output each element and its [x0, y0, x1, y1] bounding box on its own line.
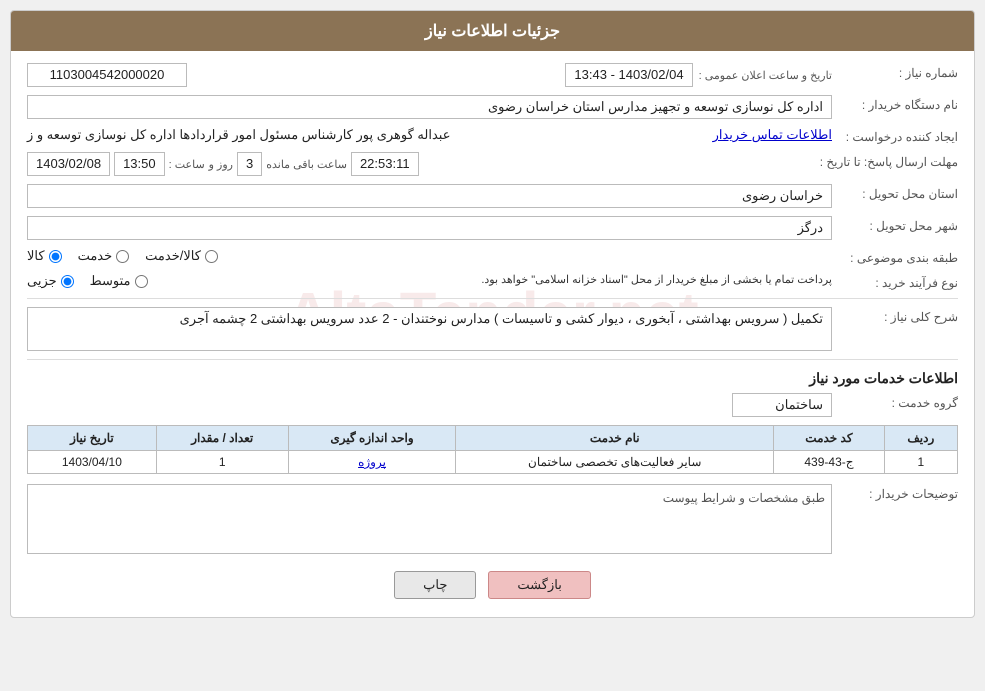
deadline-remaining-time: 22:53:11 — [351, 152, 419, 176]
need-number-value: 1103004542000020 — [27, 63, 187, 87]
need-desc-value-wrapper: تکمیل ( سرویس بهداشتی ، آبخوری ، دیوار ک… — [27, 307, 832, 351]
category-kala-service: کالا/خدمت — [145, 248, 218, 264]
col-name: نام خدمت — [456, 426, 774, 451]
city-value: درگز — [27, 216, 832, 240]
page-header: جزئیات اطلاعات نیاز — [11, 11, 974, 51]
divider-1 — [27, 298, 958, 299]
service-group-value: ساختمان — [732, 393, 832, 417]
buyer-org-value-wrapper: اداره کل نوسازی توسعه و تجهیز مدارس استا… — [27, 95, 832, 119]
deadline-label: مهلت ارسال پاسخ: تا تاریخ : — [820, 152, 958, 169]
deadline-value-wrapper: 22:53:11 ساعت باقی مانده 3 روز و ساعت : … — [27, 152, 814, 176]
cell-unit[interactable]: پروژه — [288, 451, 455, 474]
process-medium: متوسط — [90, 273, 148, 289]
services-section-title: اطلاعات خدمات مورد نیاز — [27, 370, 958, 387]
creator-value: عبداله گوهری پور کارشناس مسئول امور قرار… — [27, 127, 450, 143]
category-kala-service-label: کالا/خدمت — [145, 248, 201, 264]
page-title: جزئیات اطلاعات نیاز — [425, 23, 560, 40]
buyer-org-label: نام دستگاه خریدار : — [838, 95, 958, 112]
city-label: شهر محل تحویل : — [838, 216, 958, 233]
announce-value: 1403/02/04 - 13:43 — [565, 63, 692, 87]
deadline-remaining-label: ساعت باقی مانده — [266, 158, 347, 171]
province-label: استان محل تحویل : — [838, 184, 958, 201]
services-table: ردیف کد خدمت نام خدمت واحد اندازه گیری ت… — [27, 425, 958, 474]
province-row: استان محل تحویل : خراسان رضوی — [27, 184, 958, 208]
need-number-row: شماره نیاز : تاریخ و ساعت اعلان عمومی : … — [27, 63, 958, 87]
deadline-row: مهلت ارسال پاسخ: تا تاریخ : 22:53:11 ساع… — [27, 152, 958, 176]
process-label: نوع فرآیند خرید : — [838, 273, 958, 290]
category-service-label: خدمت — [78, 248, 113, 264]
cell-code: ج-43-439 — [774, 451, 884, 474]
category-kala-label: کالا — [27, 248, 45, 264]
city-row: شهر محل تحویل : درگز — [27, 216, 958, 240]
col-code: کد خدمت — [774, 426, 884, 451]
creator-row: ایجاد کننده درخواست : اطلاعات تماس خریدا… — [27, 127, 958, 144]
category-radio-service[interactable] — [116, 250, 129, 263]
cell-date: 1403/04/10 — [28, 451, 157, 474]
category-radio-kala[interactable] — [49, 250, 62, 263]
service-group-label: گروه خدمت : — [838, 393, 958, 410]
need-number-value-wrapper: تاریخ و ساعت اعلان عمومی : 1403/02/04 - … — [27, 63, 832, 87]
category-service: خدمت — [78, 248, 130, 264]
creator-label: ایجاد کننده درخواست : — [838, 127, 958, 144]
process-radio-minor[interactable] — [61, 275, 74, 288]
category-kala: کالا — [27, 248, 62, 264]
cell-row: 1 — [884, 451, 957, 474]
buyer-desc-row: توضیحات خریدار : طبق مشخصات و شرایط پیوس… — [27, 484, 958, 557]
process-minor: جزیی — [27, 273, 74, 289]
category-radio-kala-service[interactable] — [205, 250, 218, 263]
process-medium-label: متوسط — [90, 273, 131, 289]
buyer-desc-textarea[interactable]: طبق مشخصات و شرایط پیوست — [27, 484, 832, 554]
process-note: پرداخت تمام یا بخشی از مبلغ خریدار از مح… — [481, 273, 832, 286]
need-desc-row: شرح کلی نیاز : تکمیل ( سرویس بهداشتی ، آ… — [27, 307, 958, 351]
process-row: نوع فرآیند خرید : پرداخت تمام یا بخشی از… — [27, 273, 958, 290]
deadline-time-label: ساعت : — [169, 158, 205, 171]
table-header-row: ردیف کد خدمت نام خدمت واحد اندازه گیری ت… — [28, 426, 958, 451]
button-row: بازگشت چاپ — [27, 571, 958, 599]
need-desc-label: شرح کلی نیاز : — [838, 307, 958, 324]
category-label: طبقه بندی موضوعی : — [838, 248, 958, 265]
print-button[interactable]: چاپ — [394, 571, 476, 599]
col-unit: واحد اندازه گیری — [288, 426, 455, 451]
col-qty: تعداد / مقدار — [156, 426, 288, 451]
process-radio-medium[interactable] — [135, 275, 148, 288]
process-value-wrapper: پرداخت تمام یا بخشی از مبلغ خریدار از مح… — [27, 273, 832, 289]
deadline-time: 13:50 — [114, 152, 165, 176]
need-desc-value: تکمیل ( سرویس بهداشتی ، آبخوری ، دیوار ک… — [27, 307, 832, 351]
deadline-days: 3 — [237, 152, 262, 176]
service-group-value-wrapper: ساختمان — [27, 393, 832, 417]
process-options: متوسط جزیی — [27, 273, 148, 289]
cell-name: سایر فعالیت‌های تخصصی ساختمان — [456, 451, 774, 474]
buyer-desc-label: توضیحات خریدار : — [838, 484, 958, 501]
table-row: 1 ج-43-439 سایر فعالیت‌های تخصصی ساختمان… — [28, 451, 958, 474]
service-group-row: گروه خدمت : ساختمان — [27, 393, 958, 417]
category-row: طبقه بندی موضوعی : کالا/خدمت خدمت کال — [27, 248, 958, 265]
need-number-label: شماره نیاز : — [838, 63, 958, 80]
cell-qty: 1 — [156, 451, 288, 474]
buyer-org-row: نام دستگاه خریدار : اداره کل نوسازی توسع… — [27, 95, 958, 119]
buyer-desc-textarea-wrapper: طبق مشخصات و شرایط پیوست — [27, 484, 832, 557]
buyer-org-value: اداره کل نوسازی توسعه و تجهیز مدارس استا… — [27, 95, 832, 119]
city-value-wrapper: درگز — [27, 216, 832, 240]
announce-label: تاریخ و ساعت اعلان عمومی : — [699, 69, 832, 82]
process-minor-label: جزیی — [27, 273, 57, 289]
col-row: ردیف — [884, 426, 957, 451]
deadline-date: 1403/02/08 — [27, 152, 110, 176]
deadline-day-label: روز و — [209, 158, 233, 171]
divider-2 — [27, 359, 958, 360]
category-options: کالا/خدمت خدمت کالا — [27, 248, 832, 264]
col-date: تاریخ نیاز — [28, 426, 157, 451]
creator-value-wrapper: اطلاعات تماس خریدار عبداله گوهری پور کار… — [27, 127, 832, 143]
province-value: خراسان رضوی — [27, 184, 832, 208]
creator-link[interactable]: اطلاعات تماس خریدار — [713, 127, 832, 143]
province-value-wrapper: خراسان رضوی — [27, 184, 832, 208]
back-button[interactable]: بازگشت — [488, 571, 590, 599]
